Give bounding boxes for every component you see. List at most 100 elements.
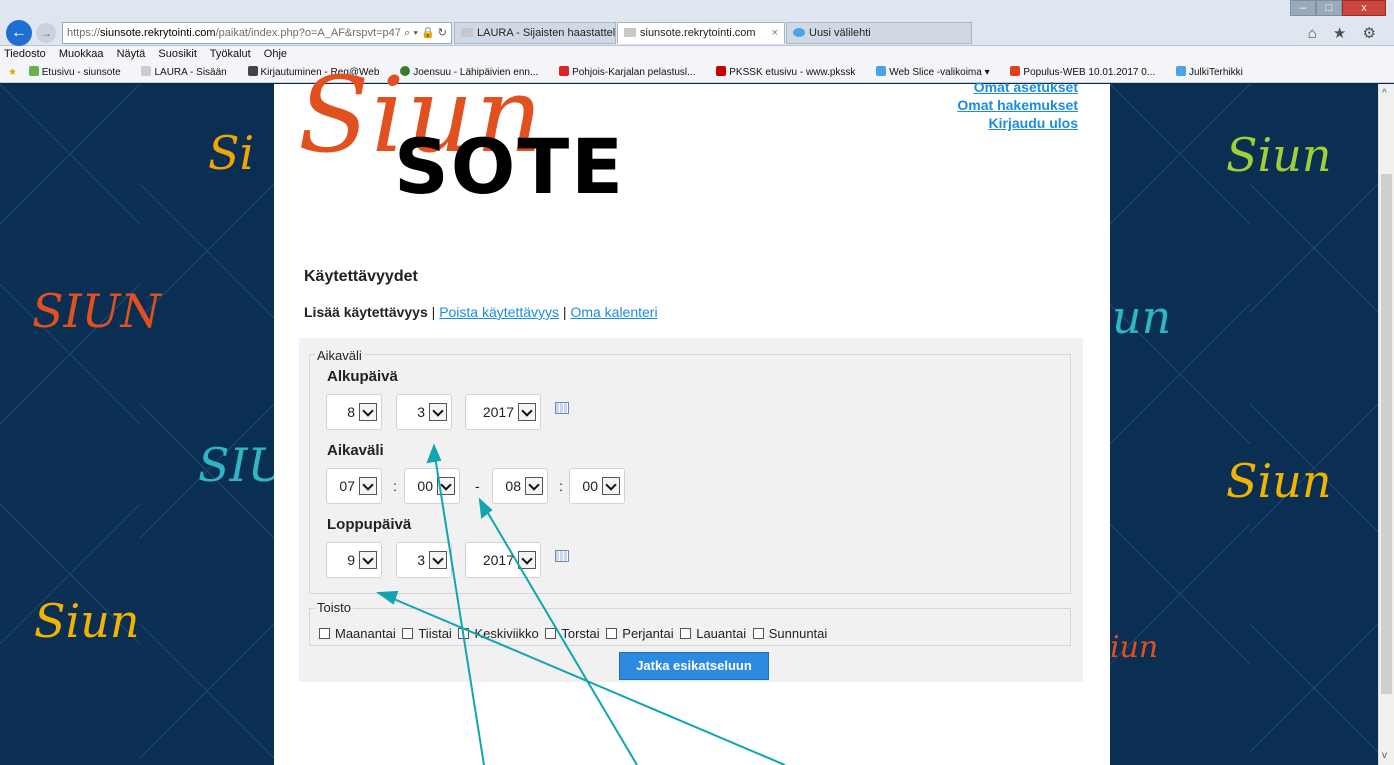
link-settings[interactable]: Omat asetukset (957, 78, 1078, 96)
scrollbar-thumb[interactable] (1381, 174, 1392, 694)
to-hour-select[interactable]: 08 (492, 468, 548, 504)
time-dash: - (475, 478, 480, 494)
time-colon: : (559, 478, 563, 494)
tab-new[interactable]: Uusi välilehti (786, 22, 972, 44)
checkbox[interactable] (606, 628, 618, 639)
fav-etusivu[interactable]: Etusivu - siunsote (28, 66, 130, 78)
start-date-label: Alkupäivä (327, 368, 398, 385)
availability-form: Aikaväli Alkupäivä 8 3 2017 Aikaväli 07 … (299, 338, 1083, 682)
calendar-icon[interactable] (555, 402, 569, 414)
subnav-own-calendar[interactable]: Oma kalenteri (570, 304, 657, 320)
from-minute-select[interactable]: 00 (404, 468, 460, 504)
laura-favicon-icon (141, 66, 152, 76)
background-word: iun (1110, 630, 1159, 665)
close-window-button[interactable]: x (1342, 0, 1386, 16)
address-scheme: https:// (67, 27, 101, 39)
window-controls: – □ x (1290, 0, 1386, 16)
end-year-select[interactable]: 2017 (465, 542, 541, 578)
cross-icon (716, 66, 727, 76)
weekday-option[interactable]: Maanantai (319, 626, 396, 641)
checkbox[interactable] (545, 628, 557, 639)
address-bar[interactable]: https://siunsote.rekrytointi.com/paikat/… (62, 22, 452, 44)
address-host: siunsote.rekrytointi.com (100, 27, 216, 39)
weekday-option[interactable]: Lauantai (680, 626, 746, 641)
background-word: un (1112, 290, 1172, 344)
to-minute-select[interactable]: 00 (569, 468, 625, 504)
subnav-add-availability: Lisää käytettävyys (304, 304, 428, 320)
checkbox[interactable] (752, 628, 764, 639)
repeat-legend: Toisto (315, 600, 353, 615)
calendar-icon[interactable] (555, 550, 569, 562)
fav-webslice[interactable]: Web Slice -valikoima ▾ (876, 66, 998, 78)
scroll-down-icon[interactable]: v (1382, 750, 1387, 761)
regweb-icon (247, 66, 258, 76)
chevron-down-icon (359, 477, 377, 495)
background-word: SIUN (32, 284, 161, 338)
favorites-star-icon[interactable]: ★ (8, 67, 17, 78)
fav-laura[interactable]: LAURA - Sisään (141, 66, 235, 78)
chevron-down-icon (518, 551, 536, 569)
tab-laura[interactable]: LAURA - Sijaisten haastattelulo... (454, 22, 616, 44)
link-logout[interactable]: Kirjaudu ulos (957, 114, 1078, 132)
weekday-option[interactable]: Torstai (545, 626, 600, 641)
minimize-button[interactable]: – (1290, 0, 1316, 16)
menu-bar: Tiedosto Muokkaa Näytä Suosikit Työkalut… (0, 46, 1394, 63)
weekday-option[interactable]: Tiistai (402, 626, 452, 641)
start-month-select[interactable]: 3 (396, 394, 452, 430)
forward-button[interactable]: → (36, 23, 56, 43)
address-path: /paikat/index.php?o=A_AF&rspvt=p47 (215, 27, 401, 39)
checkbox[interactable] (458, 628, 470, 639)
time-colon: : (393, 478, 397, 494)
menu-view[interactable]: Näytä (117, 48, 146, 60)
tab-label: LAURA - Sijaisten haastattelulo... (477, 27, 616, 39)
menu-file[interactable]: Tiedosto (4, 48, 46, 60)
range-legend: Aikaväli (315, 348, 364, 363)
weekday-option[interactable]: Perjantai (606, 626, 674, 641)
link-applications[interactable]: Omat hakemukset (957, 96, 1078, 114)
rescue-icon (559, 66, 570, 76)
fav-populus[interactable]: Populus-WEB 10.01.2017 0... (1010, 66, 1164, 78)
fav-julkiterhikki[interactable]: JulkiTerhikki (1175, 66, 1252, 78)
checkbox[interactable] (402, 628, 414, 639)
chevron-down-icon (359, 551, 377, 569)
tab-siunsote[interactable]: siunsote.rekrytointi.com × (617, 22, 785, 44)
time-range-label: Aikaväli (327, 442, 384, 459)
end-day-select[interactable]: 9 (326, 542, 382, 578)
chevron-down-icon (437, 477, 455, 495)
subnav-remove-availability[interactable]: Poista käytettävyys (439, 304, 559, 320)
back-button[interactable]: ← (6, 20, 32, 46)
address-tools-icons[interactable]: ⌕ ▾ 🔒 ↻ (404, 23, 447, 43)
menu-help[interactable]: Ohje (264, 48, 287, 60)
menu-edit[interactable]: Muokkaa (59, 48, 104, 60)
favorites-bar: ★ Etusivu - siunsote LAURA - Sisään Kirj… (0, 63, 1394, 83)
vertical-scrollbar[interactable]: ^ v (1378, 84, 1394, 765)
laura-favicon-icon (461, 28, 473, 37)
fav-pkssk[interactable]: PKSSK etusivu - www.pkssk (716, 66, 864, 78)
subnav-separator: | (431, 304, 436, 320)
weekday-option[interactable]: Sunnuntai (752, 626, 827, 641)
checkbox[interactable] (680, 628, 692, 639)
maximize-button[interactable]: □ (1316, 0, 1342, 16)
tab-label: siunsote.rekrytointi.com (640, 27, 756, 39)
tab-close-icon[interactable]: × (772, 23, 778, 43)
menu-tools[interactable]: Työkalut (210, 48, 251, 60)
start-day-select[interactable]: 8 (326, 394, 382, 430)
weekday-option[interactable]: Keskiviikko (458, 626, 539, 641)
menu-favorites[interactable]: Suosikit (158, 48, 197, 60)
end-month-select[interactable]: 3 (396, 542, 452, 578)
from-hour-select[interactable]: 07 (326, 468, 382, 504)
start-year-select[interactable]: 2017 (465, 394, 541, 430)
scroll-up-icon[interactable]: ^ (1382, 88, 1387, 99)
background-word: Siun (34, 594, 140, 648)
logo-wordmark: SOTE (394, 122, 626, 211)
fav-pelastus[interactable]: Pohjois-Karjalan pelastusl... (559, 66, 704, 78)
home-favorites-settings-icons[interactable]: ⌂ ★ ⚙ (1308, 24, 1382, 42)
continue-preview-button[interactable]: Jatka esikatseluun (619, 652, 769, 680)
checkbox[interactable] (319, 628, 330, 639)
content-panel: Siun SOTE Omat asetukset Omat hakemukset… (274, 54, 1110, 765)
chevron-down-icon (429, 551, 447, 569)
background-word: Si (208, 126, 255, 180)
background-word: Siun (1226, 454, 1332, 508)
back-arrow-icon: ← (11, 24, 27, 41)
ie-favicon-icon (793, 28, 805, 37)
